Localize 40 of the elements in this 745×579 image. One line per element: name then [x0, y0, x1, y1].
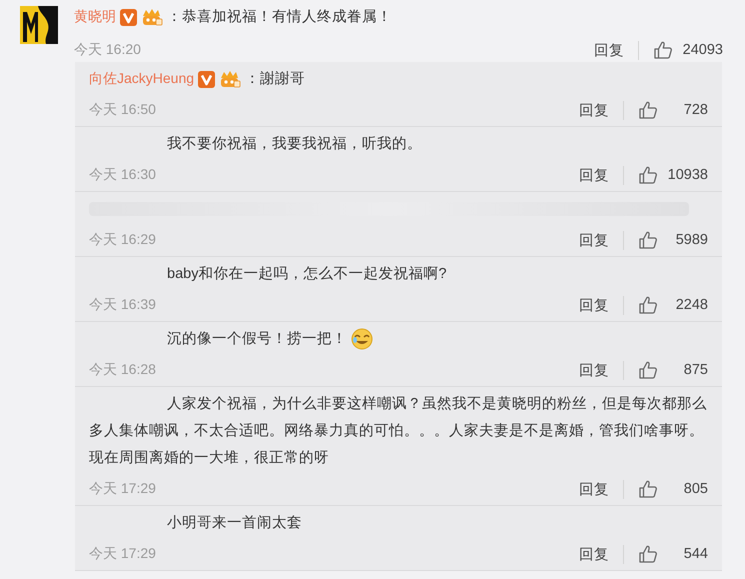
- thumbs-up-icon[interactable]: [638, 295, 658, 315]
- thumbs-up-icon[interactable]: [638, 544, 658, 564]
- comment-text: ：恭喜加祝福！有情人终成眷属！: [167, 8, 392, 27]
- thumbs-up-icon[interactable]: [638, 479, 658, 499]
- reply-text: 我不要你祝福，我要我祝福，听我的。: [166, 134, 423, 154]
- like-count: 805: [682, 481, 708, 497]
- thumbs-up-icon[interactable]: [638, 165, 658, 185]
- timestamp: 今天 17:29: [89, 545, 157, 563]
- reply-link[interactable]: 回复: [579, 100, 624, 120]
- thumbs-up-icon[interactable]: [638, 230, 658, 250]
- like-count: 544: [682, 546, 708, 562]
- like-count: 728: [682, 102, 708, 118]
- like-count: 24093: [682, 42, 723, 58]
- like-count: 10938: [666, 167, 708, 183]
- reply-link[interactable]: 回复: [579, 296, 624, 314]
- timestamp: 今天 16:29: [89, 231, 157, 249]
- reply-link[interactable]: 回复: [579, 360, 624, 380]
- timestamp: 今天 16:30: [89, 166, 157, 184]
- like-count: 875: [682, 362, 708, 378]
- like-count: 5989: [674, 232, 708, 248]
- timestamp: 今天 16:50: [89, 101, 157, 119]
- timestamp: 今天 16:39: [89, 296, 157, 314]
- avatar[interactable]: [20, 6, 58, 44]
- reply-link[interactable]: 回复: [594, 40, 639, 60]
- thumbs-up-icon[interactable]: [638, 100, 658, 120]
- thumbs-up-icon[interactable]: [638, 360, 658, 380]
- reply-text: baby和你在一起吗，怎么不一起发祝福啊?: [166, 264, 448, 284]
- timestamp: 今天 16:28: [89, 361, 157, 379]
- reply-link[interactable]: 回复: [579, 230, 624, 250]
- timestamp: 今天 17:29: [89, 480, 157, 498]
- reply-text: 小明哥来一首闹太套: [166, 514, 303, 532]
- reply-link[interactable]: 回复: [579, 544, 624, 564]
- reply-text: 人家发个祝福，为什么非要这样嘲讽？虽然我不是黄晓明的粉丝，但是每次都那么多人集体嘲讽，不太合适吧。网络暴力真的可怕。。。人家夫妻是不是离婚，管我们啥事呀。现在周围离婚的一大堆，很正常的呀: [89, 394, 708, 468]
- thumbs-up-icon[interactable]: [653, 40, 673, 60]
- reply-link[interactable]: 回复: [579, 166, 624, 184]
- reply-link[interactable]: 回复: [579, 480, 624, 498]
- reply-text: ：謝謝哥: [245, 70, 306, 89]
- timestamp: 今天 16:20: [74, 41, 142, 59]
- like-count: 2248: [674, 297, 708, 313]
- reply-text: 沉的像一个假号！捞一把！: [89, 326, 708, 352]
